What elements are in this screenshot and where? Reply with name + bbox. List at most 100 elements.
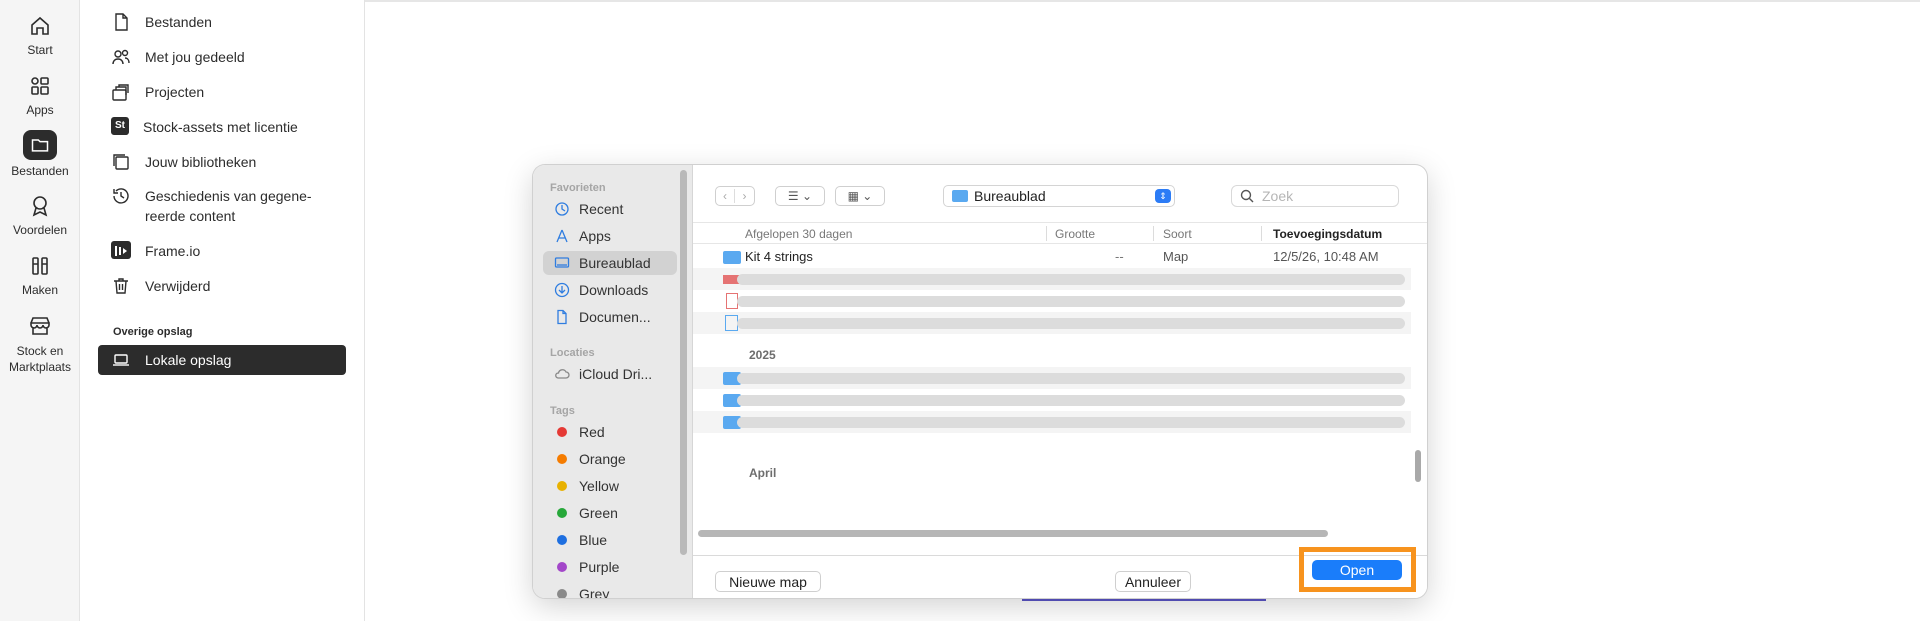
tag-label: Yellow: [579, 478, 619, 494]
download-icon: [554, 282, 570, 298]
rail-item-stock[interactable]: Stock en Marktplaats: [0, 314, 80, 375]
nav-item-label: Met jou gedeeld: [145, 49, 245, 65]
tag-orange[interactable]: Orange: [543, 447, 677, 471]
nav-item-frameio[interactable]: Frame.io: [111, 241, 344, 261]
search-field[interactable]: Zoek: [1231, 185, 1399, 207]
sidebar-item-recent[interactable]: Recent: [543, 197, 677, 221]
rail-label: Apps: [26, 103, 54, 117]
clock-icon: [554, 201, 570, 217]
nav-item-shared[interactable]: Met jou gedeeld: [111, 47, 344, 67]
tag-label: Purple: [579, 559, 620, 575]
grid-icon: ▦ ⌄: [847, 189, 873, 203]
nav-item-local-storage[interactable]: Lokale opslag: [98, 345, 346, 375]
sidebar-item-documents[interactable]: Documen...: [543, 305, 677, 329]
group-view-button[interactable]: ▦ ⌄: [835, 186, 885, 206]
document-icon: [554, 309, 570, 325]
folder-icon: [952, 190, 968, 202]
sidebar-item-label: Bureaublad: [579, 255, 651, 271]
forward-icon[interactable]: ›: [735, 189, 754, 203]
column-size[interactable]: Grootte: [1055, 227, 1095, 241]
nav-item-history[interactable]: Geschiedenis van gegene-reerde content: [111, 186, 344, 226]
stock-icon: St: [111, 117, 129, 135]
new-folder-button[interactable]: Nieuwe map: [715, 571, 821, 592]
file-row[interactable]: [693, 367, 1411, 389]
sidebar-item-apps[interactable]: Apps: [543, 224, 677, 248]
horizontal-scrollbar[interactable]: [698, 530, 1328, 537]
back-icon[interactable]: ‹: [716, 189, 736, 203]
sidebar-item-icloud[interactable]: iCloud Dri...: [543, 362, 677, 386]
file-row[interactable]: [693, 411, 1411, 433]
redacted-filename: [737, 373, 1405, 384]
column-name[interactable]: Afgelopen 30 dagen: [745, 227, 852, 241]
nav-item-label: Lokale opslag: [145, 352, 232, 368]
location-popup[interactable]: Bureaublad ⇕: [943, 185, 1175, 207]
column-date[interactable]: Toevoegingsdatum: [1273, 227, 1382, 241]
tag-label: Orange: [579, 451, 626, 467]
desktop-icon: [554, 255, 570, 271]
history-icon: [111, 186, 131, 206]
tag-blue[interactable]: Blue: [543, 528, 677, 552]
redacted-filename: [737, 395, 1405, 406]
sidebar-scrollbar[interactable]: [680, 170, 687, 555]
file-kind: Map: [1163, 249, 1189, 264]
tag-yellow[interactable]: Yellow: [543, 474, 677, 498]
people-icon: [111, 47, 131, 67]
tag-label: Red: [579, 424, 605, 440]
file-row[interactable]: [693, 268, 1411, 290]
tag-red[interactable]: Red: [543, 420, 677, 444]
top-divider: [365, 0, 1920, 2]
home-icon: [28, 14, 52, 38]
vertical-scrollbar[interactable]: [1415, 450, 1421, 482]
group-header-2025: 2025: [749, 348, 776, 362]
sidebar-item-downloads[interactable]: Downloads: [543, 278, 677, 302]
sidebar-item-label: iCloud Dri...: [579, 366, 653, 382]
purple-dot-icon: [554, 559, 570, 575]
folder-icon: [723, 251, 741, 264]
nav-item-trash[interactable]: Verwijderd: [111, 276, 344, 296]
rail-item-start[interactable]: Start: [0, 14, 80, 57]
column-kind[interactable]: Soort: [1163, 227, 1192, 241]
red-dot-icon: [554, 424, 570, 440]
back-forward-buttons[interactable]: ‹ ›: [715, 186, 755, 206]
nav-item-projects[interactable]: Projecten: [111, 82, 344, 102]
nav-item-label: Geschiedenis van gegene-reerde content: [145, 188, 312, 224]
locations-heading: Locaties: [550, 347, 595, 359]
list-view-button[interactable]: ☰ ⌄: [775, 186, 825, 206]
files-nav-panel: Bestanden Met jou gedeeld Projecten St S…: [81, 0, 365, 621]
frameio-icon: [111, 241, 131, 259]
tag-label: Green: [579, 505, 618, 521]
tag-grey[interactable]: Grey: [543, 582, 677, 598]
grey-dot-icon: [554, 586, 570, 598]
column-header: Afgelopen 30 dagen Grootte Soort Toevoeg…: [693, 222, 1427, 244]
rail-item-bestanden[interactable]: Bestanden: [0, 130, 80, 178]
file-row[interactable]: [693, 389, 1411, 411]
trash-icon: [111, 276, 131, 296]
dialog-sidebar: Favorieten Recent Apps Bureaublad Downlo…: [533, 165, 693, 598]
nav-item-label: Projecten: [145, 84, 205, 100]
tag-purple[interactable]: Purple: [543, 555, 677, 579]
nav-item-label: Bestanden: [145, 14, 212, 30]
rail-label: Maken: [21, 283, 59, 297]
apps-icon: [554, 228, 570, 244]
rail-item-maken[interactable]: Maken: [0, 254, 80, 297]
laptop-icon: [111, 350, 131, 370]
nav-item-stock-assets[interactable]: St Stock-assets met licentie: [111, 117, 344, 137]
search-placeholder: Zoek: [1262, 188, 1294, 204]
nav-item-bestanden[interactable]: Bestanden: [111, 12, 344, 32]
rail-item-apps[interactable]: Apps: [0, 74, 80, 117]
tags-heading: Tags: [550, 405, 575, 417]
file-row[interactable]: Kit 4 strings -- Map 12/5/26, 10:48 AM: [693, 246, 1411, 268]
sidebar-item-label: Documen...: [579, 309, 651, 325]
file-row[interactable]: [693, 312, 1411, 334]
stepper-icon: ⇕: [1155, 189, 1171, 203]
sidebar-item-label: Downloads: [579, 282, 649, 298]
sidebar-item-desktop[interactable]: Bureaublad: [543, 251, 677, 275]
file-date: 12/5/26, 10:48 AM: [1273, 249, 1379, 264]
nav-item-libraries[interactable]: Jouw bibliotheken: [111, 152, 344, 172]
cancel-button[interactable]: Annuleer: [1115, 571, 1191, 592]
other-storage-heading: Overige opslag: [113, 326, 193, 338]
rail-item-voordelen[interactable]: Voordelen: [0, 194, 80, 237]
file-row[interactable]: [693, 290, 1411, 312]
left-rail: Start Apps Bestanden Voordelen Maken Sto…: [0, 0, 80, 621]
tag-green[interactable]: Green: [543, 501, 677, 525]
